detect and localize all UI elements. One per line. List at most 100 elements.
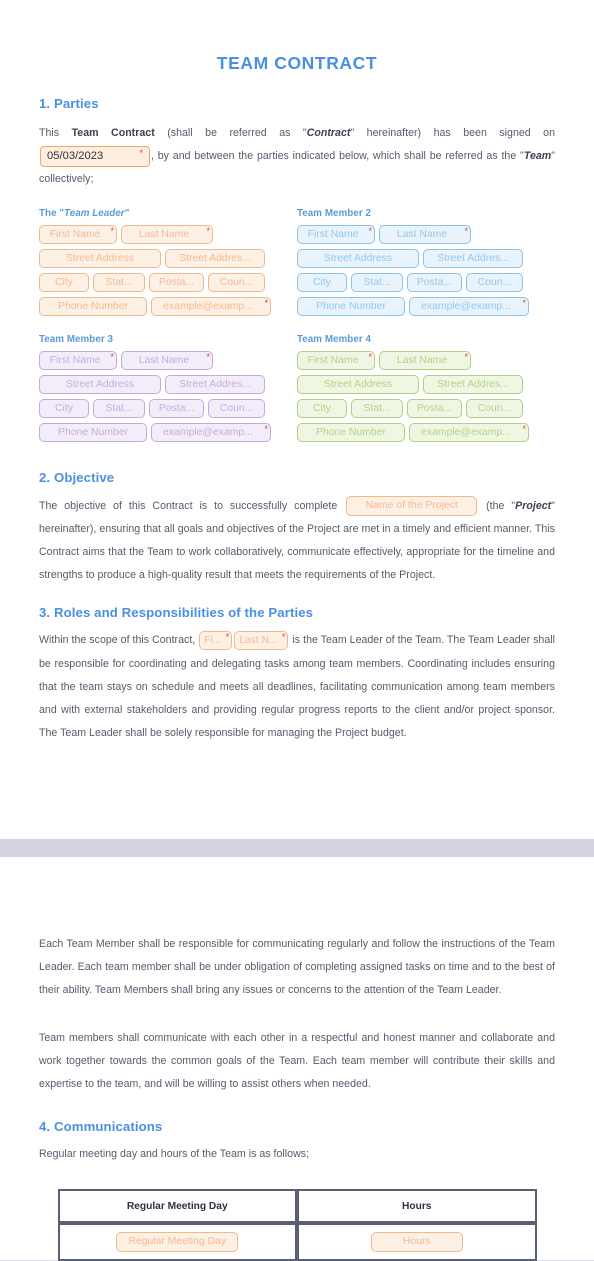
objective-paragraph: The objective of this Contract is to suc…	[39, 495, 555, 588]
required-asterisk-icon: *	[368, 351, 372, 362]
state-input[interactable]: Stat...	[93, 398, 145, 418]
street-address-1-input[interactable]: Street Address	[297, 248, 419, 268]
field-row-contact: Phone Number example@examp... *	[39, 422, 297, 442]
parties-grid: The "Team Leader" First Name * Last Name * …	[39, 208, 555, 460]
last-name-input[interactable]: Last Name *	[121, 350, 213, 370]
leader-last-name-input[interactable]: Last N... *	[234, 631, 289, 651]
field-row-locale: City Stat... Posta... Coun...	[297, 272, 555, 292]
field-row-contact: Phone Number example@examp... *	[39, 296, 297, 316]
last-name-input[interactable]: Last Name *	[379, 350, 471, 370]
intro-em-contract: Contract	[306, 127, 351, 139]
city-input[interactable]: City	[39, 272, 89, 292]
field-row-street: Street Address Street Addres...	[297, 374, 555, 394]
required-asterisk-icon: *	[110, 351, 114, 362]
required-asterisk-icon: *	[264, 423, 268, 434]
required-asterisk-icon: *	[464, 225, 468, 236]
email-input[interactable]: example@examp... *	[409, 422, 529, 442]
parties-intro-paragraph: This Team Contract (shall be referred as…	[39, 122, 555, 192]
table-header-regular-meeting-day: Regular Meeting Day	[57, 1189, 297, 1224]
document-page-2: Each Team Member shall be responsible fo…	[0, 857, 594, 1261]
street-address-1-input[interactable]: Street Address	[297, 374, 419, 394]
city-input[interactable]: City	[39, 398, 89, 418]
state-input[interactable]: Stat...	[351, 398, 403, 418]
field-row-name: First Name * Last Name *	[297, 350, 555, 370]
field-row-street: Street Address Street Addres...	[39, 248, 297, 268]
project-name-input[interactable]: Name of the Project	[346, 495, 478, 516]
objective-text-pre: The objective of this Contract is to suc…	[39, 499, 345, 512]
street-address-2-input[interactable]: Street Addres...	[165, 374, 265, 394]
roles-paragraph-2: Each Team Member shall be responsible fo…	[39, 938, 555, 997]
contract-date-field[interactable]: 05/03/2023 *	[40, 145, 150, 167]
intro-strong-team-contract: Team Contract	[71, 127, 155, 139]
phone-number-input[interactable]: Phone Number	[297, 422, 405, 442]
objective-em-project: Project	[515, 499, 552, 512]
field-row-street: Street Address Street Addres...	[297, 248, 555, 268]
city-input[interactable]: City	[297, 272, 347, 292]
field-row-contact: Phone Number example@examp... *	[297, 422, 555, 442]
heading-communications: 4. Communications	[39, 1119, 163, 1135]
required-asterisk-icon: *	[522, 423, 526, 434]
country-input[interactable]: Coun...	[466, 398, 523, 418]
street-address-1-input[interactable]: Street Address	[39, 374, 161, 394]
intro-text-post: , by and between the parties indicated b…	[151, 150, 524, 163]
country-input[interactable]: Coun...	[208, 272, 265, 292]
field-row-name: First Name * Last Name *	[39, 224, 297, 244]
state-input[interactable]: Stat...	[351, 272, 403, 292]
required-asterisk-icon: *	[264, 297, 268, 308]
party-block-team-member-4: Team Member 4 First Name * Last Name * Stre…	[297, 334, 555, 447]
required-asterisk-icon: *	[206, 225, 210, 236]
last-name-input[interactable]: Last Name *	[379, 224, 471, 244]
postal-code-input[interactable]: Posta...	[407, 398, 462, 418]
last-name-input[interactable]: Last Name *	[121, 224, 213, 244]
state-input[interactable]: Stat...	[93, 272, 145, 292]
heading-roles: 3. Roles and Responsibilities of the Par…	[39, 605, 314, 621]
table-row: Regular Meeting Day Hours	[57, 1223, 537, 1261]
email-input[interactable]: example@examp... *	[409, 296, 529, 316]
field-row-locale: City Stat... Posta... Coun...	[39, 398, 297, 418]
street-address-2-input[interactable]: Street Addres...	[165, 248, 265, 268]
heading-parties: 1. Parties	[39, 96, 99, 111]
required-asterisk-icon: *	[368, 225, 372, 236]
email-input[interactable]: example@examp... *	[151, 296, 271, 316]
roles-text-pre: Within the scope of this Contract,	[39, 634, 199, 647]
intro-text-mid2: " hereinafter) has been signed on	[350, 127, 555, 139]
field-row-contact: Phone Number example@examp... *	[297, 296, 555, 316]
communications-intro: Regular meeting day and hours of the Tea…	[39, 1148, 310, 1161]
required-asterisk-icon: *	[464, 351, 468, 362]
document-viewport: TEAM CONTRACT 1. Parties This Team Contr…	[0, 0, 594, 1261]
hours-input[interactable]: Hours	[370, 1232, 463, 1253]
field-row-locale: City Stat... Posta... Coun...	[297, 398, 555, 418]
first-name-input[interactable]: First Name *	[39, 224, 117, 244]
city-input[interactable]: City	[297, 398, 347, 418]
phone-number-input[interactable]: Phone Number	[297, 296, 405, 316]
first-name-input[interactable]: First Name *	[297, 224, 375, 244]
postal-code-input[interactable]: Posta...	[149, 398, 204, 418]
country-input[interactable]: Coun...	[466, 272, 523, 292]
postal-code-input[interactable]: Posta...	[149, 272, 204, 292]
table-cell-hours: Hours	[297, 1223, 537, 1261]
heading-objective: 2. Objective	[39, 469, 115, 485]
street-address-2-input[interactable]: Street Addres...	[423, 374, 523, 394]
phone-number-input[interactable]: Phone Number	[39, 296, 147, 316]
document-page-1: TEAM CONTRACT 1. Parties This Team Contr…	[0, 0, 594, 839]
email-input[interactable]: example@examp... *	[151, 422, 271, 442]
intro-em-team: Team	[523, 150, 552, 163]
first-name-input[interactable]: First Name *	[297, 350, 375, 370]
country-input[interactable]: Coun...	[208, 398, 265, 418]
party-block-team-member-2: Team Member 2 First Name * Last Name * Stre…	[297, 208, 555, 321]
roles-text-post: is the Team Leader of the Team. The Team…	[39, 634, 555, 740]
leader-first-name-input[interactable]: Fi... *	[199, 631, 233, 651]
regular-meeting-day-input[interactable]: Regular Meeting Day	[116, 1232, 239, 1253]
first-name-input[interactable]: First Name *	[39, 350, 117, 370]
roles-paragraph-3: Team members shall communicate with each…	[39, 1031, 555, 1091]
street-address-1-input[interactable]: Street Address	[39, 248, 161, 268]
party-block-team-member-3: Team Member 3 First Name * Last Name * Stre…	[39, 334, 297, 447]
postal-code-input[interactable]: Posta...	[407, 272, 462, 292]
street-address-2-input[interactable]: Street Addres...	[423, 248, 523, 268]
required-asterisk-icon: *	[522, 297, 526, 308]
required-asterisk-icon: *	[281, 632, 286, 643]
intro-text-mid: (shall be referred as "	[154, 127, 307, 139]
phone-number-input[interactable]: Phone Number	[39, 422, 147, 442]
required-asterisk-icon: *	[225, 632, 230, 643]
required-asterisk-icon: *	[206, 351, 210, 362]
